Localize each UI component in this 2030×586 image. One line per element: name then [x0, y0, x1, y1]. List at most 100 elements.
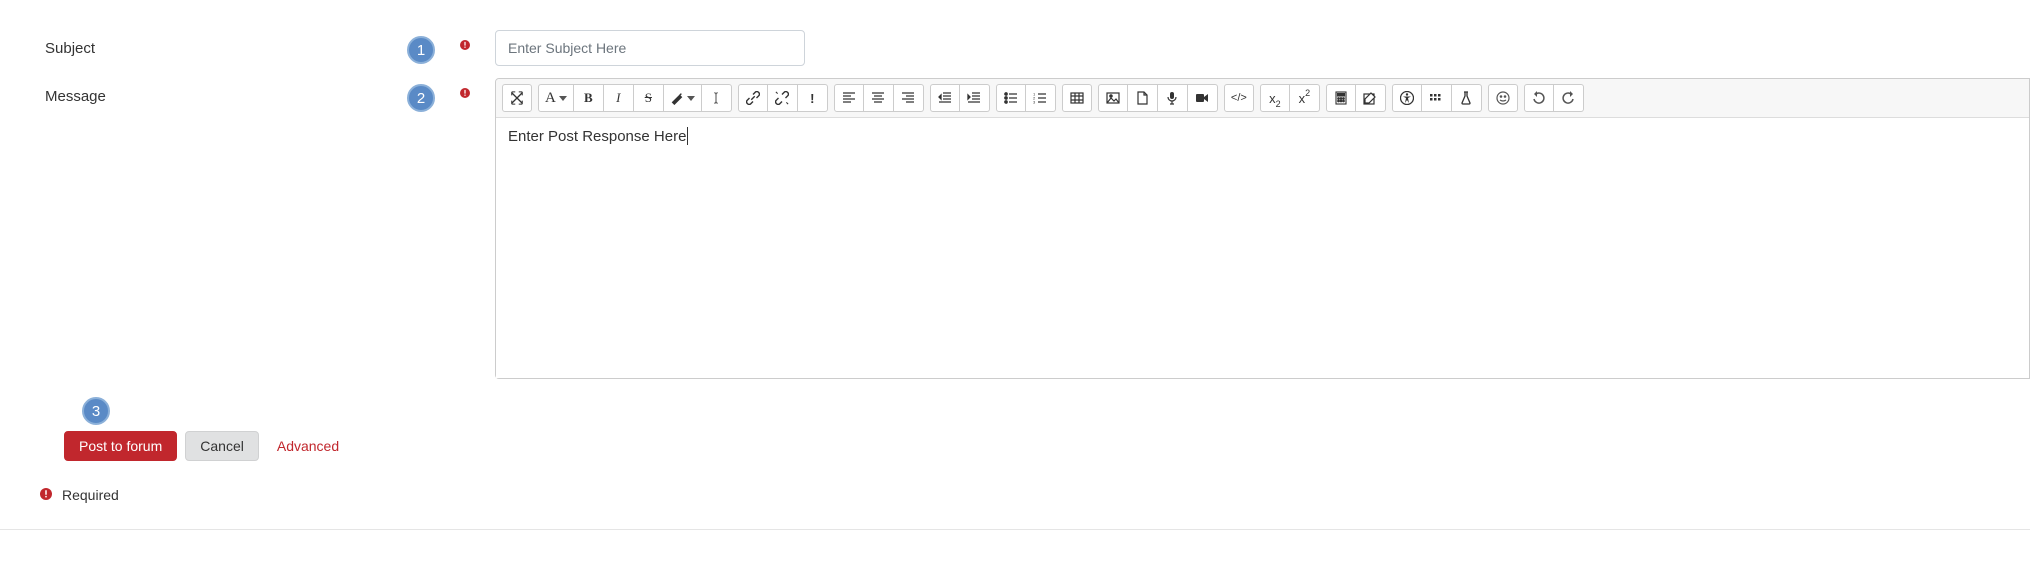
accessibility-icon — [1400, 91, 1414, 105]
cancel-button[interactable]: Cancel — [185, 431, 259, 461]
microphone-icon — [1166, 91, 1178, 105]
paintbrush-icon — [670, 91, 684, 105]
smile-icon — [1496, 91, 1510, 105]
list-ol-icon: 123 — [1033, 92, 1047, 104]
bold-button[interactable]: B — [574, 84, 604, 112]
subject-field — [495, 30, 2030, 66]
clear-format-button[interactable] — [702, 84, 732, 112]
italic-icon: I — [616, 90, 620, 106]
text-cursor-icon — [710, 91, 722, 105]
chevron-down-icon — [687, 96, 695, 101]
superscript-button[interactable]: x2 — [1290, 84, 1320, 112]
editor-toolbar: A B I S — [496, 79, 2029, 118]
undo-button[interactable] — [1524, 84, 1554, 112]
required-icon — [460, 88, 470, 101]
list-ul-icon — [1004, 92, 1018, 104]
subject-label: Subject — [0, 30, 345, 57]
superscript-icon: x2 — [1299, 91, 1311, 106]
calculator-button[interactable] — [1326, 84, 1356, 112]
message-field: A B I S — [495, 78, 2030, 379]
align-center-button[interactable] — [864, 84, 894, 112]
message-editor[interactable]: Enter Post Response Here — [496, 118, 2029, 378]
font-family-button[interactable]: A — [538, 84, 574, 112]
ordered-list-button[interactable]: 123 — [1026, 84, 1056, 112]
pencil-square-icon — [1363, 91, 1377, 105]
table-button[interactable] — [1062, 84, 1092, 112]
callout-marker-2: 2 — [345, 78, 435, 112]
post-to-forum-button[interactable]: Post to forum — [64, 431, 177, 461]
file-icon — [1136, 91, 1148, 105]
message-label: Message — [0, 78, 345, 105]
italic-button[interactable]: I — [604, 84, 634, 112]
actions-row: Post to forum Cancel Advanced — [64, 431, 2030, 461]
video-button[interactable] — [1188, 84, 1218, 112]
strikethrough-button[interactable]: S — [634, 84, 664, 112]
chemistry-button[interactable] — [1452, 84, 1482, 112]
strike-icon: S — [645, 90, 652, 106]
link-button[interactable] — [738, 84, 768, 112]
subject-input[interactable] — [495, 30, 805, 66]
fullscreen-button[interactable] — [502, 84, 532, 112]
link-icon — [746, 91, 760, 105]
callout-3: 3 — [82, 397, 110, 425]
indent-icon — [967, 92, 981, 104]
divider — [0, 529, 2030, 530]
subject-required-icon-wrap — [435, 30, 495, 53]
align-left-button[interactable] — [834, 84, 864, 112]
flask-icon — [1460, 91, 1472, 105]
rich-text-editor: A B I S — [495, 78, 2030, 379]
grid-button[interactable] — [1422, 84, 1452, 112]
form-actions: 3 Post to forum Cancel Advanced — [0, 397, 2030, 461]
edit-button[interactable] — [1356, 84, 1386, 112]
outdent-button[interactable] — [930, 84, 960, 112]
align-right-button[interactable] — [894, 84, 924, 112]
advanced-link[interactable]: Advanced — [277, 438, 339, 454]
unordered-list-button[interactable] — [996, 84, 1026, 112]
exclaim-icon: ! — [810, 91, 814, 106]
align-left-icon — [842, 92, 856, 104]
font-a-icon: A — [545, 90, 556, 107]
message-required-icon-wrap — [435, 78, 495, 101]
video-icon — [1195, 93, 1209, 103]
align-right-icon — [901, 92, 915, 104]
subscript-button[interactable]: x2 — [1260, 84, 1290, 112]
unlink-icon — [775, 91, 789, 105]
callout-marker-1: 1 — [345, 30, 435, 64]
chevron-down-icon — [559, 96, 567, 101]
required-icon — [40, 488, 52, 503]
code-icon: </> — [1231, 92, 1247, 104]
image-icon — [1106, 92, 1120, 104]
required-icon — [460, 40, 470, 53]
fullscreen-icon — [510, 91, 524, 105]
redo-icon — [1561, 91, 1575, 105]
file-button[interactable] — [1128, 84, 1158, 112]
table-icon — [1070, 92, 1084, 104]
text-color-button[interactable] — [664, 84, 702, 112]
grid-icon — [1429, 93, 1443, 103]
accessibility-button[interactable] — [1392, 84, 1422, 112]
svg-text:3: 3 — [1033, 100, 1036, 105]
calculator-icon — [1335, 91, 1347, 105]
subject-row: Subject 1 — [0, 30, 2030, 66]
audio-button[interactable] — [1158, 84, 1188, 112]
callout-1: 1 — [407, 36, 435, 64]
callout-2: 2 — [407, 84, 435, 112]
redo-button[interactable] — [1554, 84, 1584, 112]
outdent-icon — [938, 92, 952, 104]
editor-content: Enter Post Response Here — [508, 128, 686, 145]
forum-post-form: Subject 1 Message 2 — [0, 0, 2030, 530]
required-legend: Required — [0, 487, 2030, 503]
prevent-autolink-button[interactable]: ! — [798, 84, 828, 112]
text-cursor — [687, 127, 688, 145]
html-source-button[interactable]: </> — [1224, 84, 1254, 112]
subscript-icon: x2 — [1269, 91, 1281, 106]
unlink-button[interactable] — [768, 84, 798, 112]
undo-icon — [1532, 91, 1546, 105]
required-text: Required — [62, 487, 119, 503]
image-button[interactable] — [1098, 84, 1128, 112]
indent-button[interactable] — [960, 84, 990, 112]
bold-icon: B — [584, 90, 593, 106]
message-row: Message 2 — [0, 78, 2030, 379]
emoji-button[interactable] — [1488, 84, 1518, 112]
align-center-icon — [871, 92, 885, 104]
